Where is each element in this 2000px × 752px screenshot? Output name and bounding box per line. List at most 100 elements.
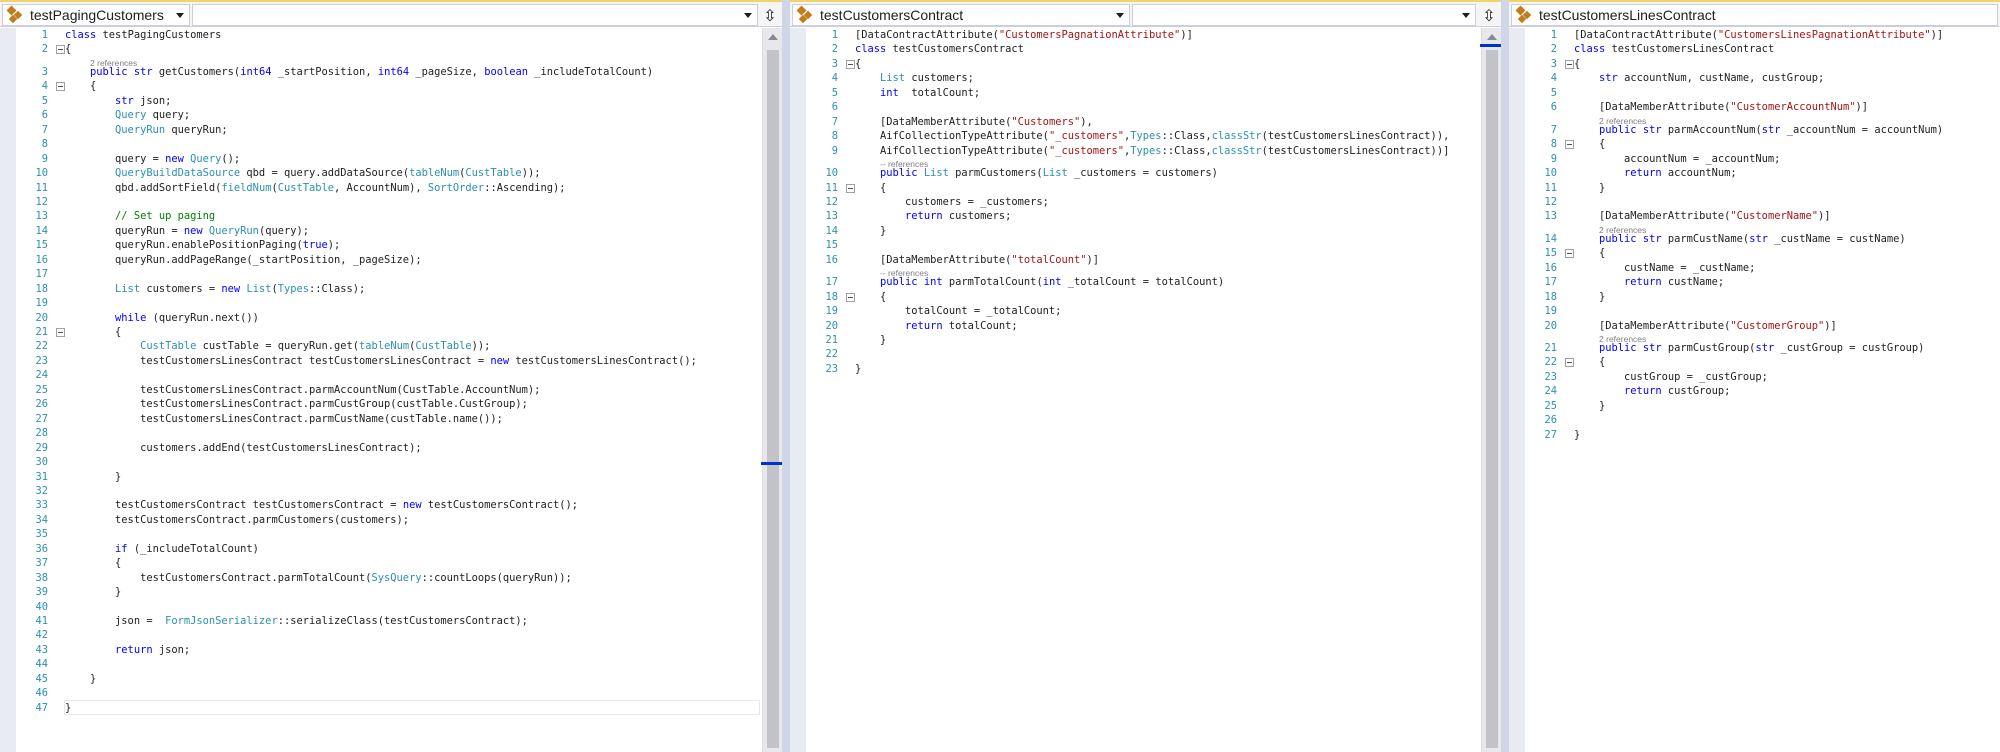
- code-line[interactable]: 15 {: [1525, 246, 2000, 260]
- code-line[interactable]: 23}: [806, 362, 1479, 376]
- code-line[interactable]: 19: [16, 296, 760, 310]
- collapse-icon[interactable]: [1565, 358, 1574, 368]
- code-lens-references[interactable]: 2 references: [1525, 331, 2000, 344]
- split-window-button[interactable]: ⇳: [1478, 5, 1500, 27]
- type-dropdown[interactable]: testCustomersContract: [792, 4, 1130, 26]
- code-line[interactable]: 17: [16, 267, 760, 281]
- code-line[interactable]: 22 {: [1525, 355, 2000, 369]
- collapse-icon[interactable]: [1565, 140, 1574, 150]
- code-line[interactable]: 41 json = FormJsonSerializer::serializeC…: [16, 614, 760, 628]
- code-line[interactable]: 1 [DataContractAttribute("CustomersLinesP…: [1525, 28, 2000, 42]
- code-line[interactable]: 4 str accountNum, custName, custGroup;: [1525, 71, 2000, 85]
- collapse-icon[interactable]: [56, 82, 65, 92]
- code-line[interactable]: 18 {: [806, 290, 1479, 304]
- code-line[interactable]: 16 queryRun.addPageRange(_startPosition,…: [16, 253, 760, 267]
- member-dropdown[interactable]: [1132, 4, 1476, 26]
- code-lens-references[interactable]: -- references: [806, 156, 1479, 169]
- code-lens-references[interactable]: 2 references: [1525, 113, 2000, 126]
- collapse-icon[interactable]: [56, 328, 65, 337]
- collapse-icon[interactable]: [56, 45, 65, 55]
- code-line[interactable]: 13 // Set up paging: [16, 209, 760, 223]
- code-line[interactable]: 39 }: [16, 585, 760, 599]
- code-line[interactable]: 11 qbd.addSortField(fieldNum(CustTable, …: [16, 181, 760, 195]
- code-line[interactable]: 23 custGroup = _custGroup;: [1525, 370, 2000, 384]
- code-line[interactable]: 43 return json;: [16, 643, 760, 657]
- code-line[interactable]: 16 custName = _custName;: [1525, 261, 2000, 275]
- code-line[interactable]: 12 customers = _customers;: [806, 195, 1479, 209]
- code-line[interactable]: 2 class testCustomersLinesContract: [1525, 42, 2000, 56]
- code-line[interactable]: 34 testCustomersContract.parmCustomers(c…: [16, 513, 760, 527]
- code-line[interactable]: 25 }: [1525, 399, 2000, 413]
- code-line[interactable]: 14 queryRun = new QueryRun(query);: [16, 224, 760, 238]
- code-line[interactable]: 22 CustTable custTable = queryRun.get(ta…: [16, 339, 760, 353]
- code-line[interactable]: 33 testCustomersContract testCustomersCo…: [16, 498, 760, 512]
- code-line[interactable]: 5 str json;: [16, 94, 760, 108]
- code-line[interactable]: 9 query = new Query();: [16, 152, 760, 166]
- code-lens-references[interactable]: 2 references: [1525, 222, 2000, 235]
- code-line[interactable]: 27}: [1525, 428, 2000, 442]
- code-line[interactable]: 1 [DataContractAttribute("CustomersPagnat…: [806, 28, 1479, 42]
- code-line[interactable]: 6 Query query;: [16, 108, 760, 122]
- scroll-up-icon[interactable]: [1487, 34, 1497, 40]
- code-line[interactable]: 13 return customers;: [806, 209, 1479, 223]
- code-line[interactable]: 19: [1525, 304, 2000, 318]
- code-line[interactable]: 8: [16, 137, 760, 151]
- code-line[interactable]: 42: [16, 628, 760, 642]
- code-line[interactable]: 28: [16, 426, 760, 440]
- split-window-button[interactable]: ⇳: [759, 5, 781, 27]
- code-line[interactable]: 35: [16, 527, 760, 541]
- code-lens-references[interactable]: 2 references: [16, 55, 760, 68]
- type-dropdown[interactable]: testCustomersLinesContract: [1511, 4, 1998, 26]
- code-line[interactable]: 32: [16, 484, 760, 498]
- code-line[interactable]: 12: [1525, 195, 2000, 209]
- member-dropdown[interactable]: [192, 4, 758, 26]
- code-line[interactable]: 11 }: [1525, 181, 2000, 195]
- code-editor[interactable]: 1 [DataContractAttribute("CustomersPagnat…: [790, 28, 1501, 752]
- code-line[interactable]: 36 if (_includeTotalCount): [16, 542, 760, 556]
- collapse-icon[interactable]: [846, 292, 855, 302]
- code-line[interactable]: 45 }: [16, 672, 760, 686]
- code-line[interactable]: 23 testCustomersLinesContract testCustom…: [16, 354, 760, 368]
- code-line[interactable]: 10 return accountNum;: [1525, 166, 2000, 180]
- code-line[interactable]: 18 }: [1525, 290, 2000, 304]
- code-line[interactable]: 21 public str parmCustGroup(str _custGro…: [1525, 341, 2000, 355]
- code-line[interactable]: 26: [1525, 413, 2000, 427]
- code-line[interactable]: 26 testCustomersLinesContract.parmCustGr…: [16, 397, 760, 411]
- collapse-icon[interactable]: [846, 59, 855, 69]
- code-line[interactable]: 37 {: [16, 556, 760, 570]
- code-line[interactable]: 17 public int parmTotalCount(int _totalC…: [806, 275, 1479, 289]
- code-line[interactable]: 6: [806, 100, 1479, 114]
- code-line[interactable]: 46: [16, 686, 760, 700]
- code-line[interactable]: 11 {: [806, 181, 1479, 195]
- code-line[interactable]: 14 public str parmCustName(str _custName…: [1525, 232, 2000, 246]
- code-line[interactable]: 4 {: [16, 79, 760, 93]
- code-line[interactable]: 1 class testPagingCustomers: [16, 28, 760, 42]
- pane-separator[interactable]: [782, 0, 790, 752]
- code-line[interactable]: 21 {: [16, 325, 760, 339]
- vertical-scrollbar[interactable]: [761, 28, 782, 752]
- code-line[interactable]: 8 {: [1525, 137, 2000, 151]
- code-line[interactable]: 7 QueryRun queryRun;: [16, 123, 760, 137]
- code-line[interactable]: 17 return custName;: [1525, 275, 2000, 289]
- collapse-icon[interactable]: [1565, 59, 1574, 69]
- code-line[interactable]: 24: [16, 368, 760, 382]
- code-line[interactable]: 7 [DataMemberAttribute("Customers"),: [806, 115, 1479, 129]
- code-line[interactable]: 2 class testCustomersContract: [806, 42, 1479, 56]
- code-line[interactable]: 25 testCustomersLinesContract.parmAccoun…: [16, 383, 760, 397]
- scroll-thumb[interactable]: [767, 50, 779, 748]
- code-line[interactable]: 5: [1525, 86, 2000, 100]
- code-line[interactable]: 19 totalCount = _totalCount;: [806, 304, 1479, 318]
- vertical-scrollbar[interactable]: [1480, 28, 1501, 752]
- code-line[interactable]: 20 while (queryRun.next()): [16, 311, 760, 325]
- code-editor[interactable]: 1 [DataContractAttribute("CustomersLinesP…: [1509, 28, 2000, 752]
- code-line[interactable]: 18 List customers = new List(Types::Clas…: [16, 282, 760, 296]
- code-line[interactable]: 14 }: [806, 224, 1479, 238]
- collapse-icon[interactable]: [1565, 249, 1574, 259]
- code-editor[interactable]: 1 class testPagingCustomers 2{2 references…: [0, 28, 782, 752]
- code-line[interactable]: 3{: [1525, 57, 2000, 71]
- code-line[interactable]: 7 public str parmAccountNum(str _account…: [1525, 123, 2000, 137]
- code-line[interactable]: 24 return custGroup;: [1525, 384, 2000, 398]
- code-line[interactable]: 15: [806, 238, 1479, 252]
- scroll-up-icon[interactable]: [768, 34, 778, 40]
- pane-separator[interactable]: [1501, 0, 1509, 752]
